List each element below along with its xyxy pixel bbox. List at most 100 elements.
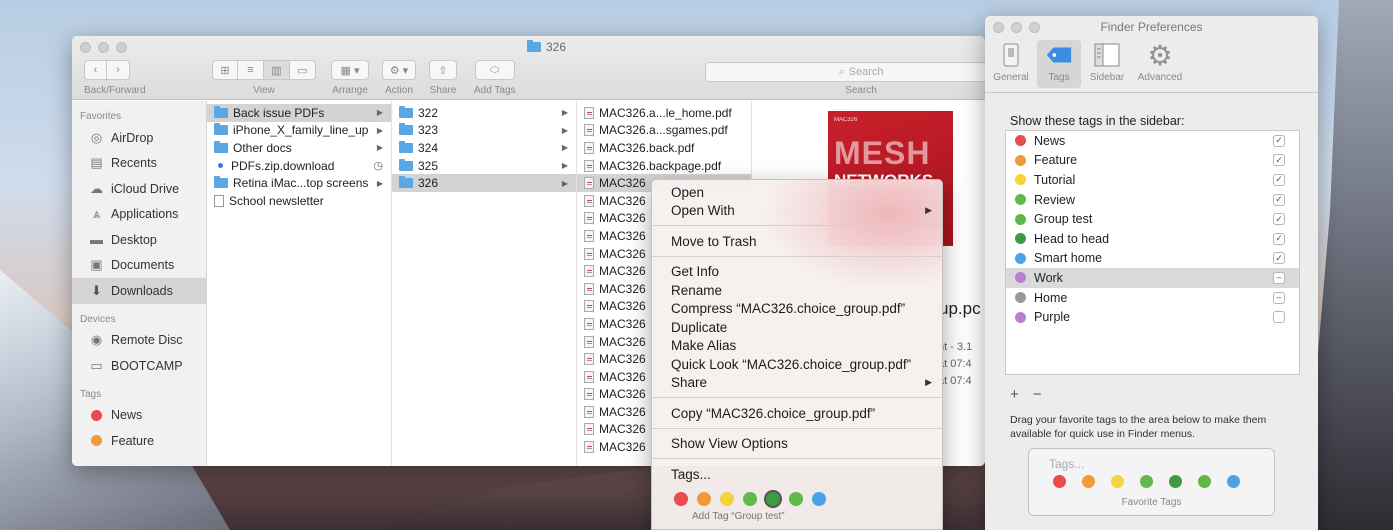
add-tags-button[interactable]: ⬭ <box>474 60 515 80</box>
tag-color-dot[interactable] <box>743 491 757 506</box>
list-item[interactable]: Other docs ▶ <box>207 139 391 157</box>
menu-item-rename[interactable]: Rename <box>652 281 942 300</box>
arrange-button[interactable]: ▦ ▾ <box>331 60 369 80</box>
menu-item-tags[interactable]: Tags... <box>652 465 942 484</box>
show-in-sidebar-checkbox[interactable]: ✓ <box>1273 173 1285 186</box>
back-button[interactable]: ‹ <box>84 60 107 80</box>
action-button[interactable]: ⚙ ▾ <box>382 60 416 80</box>
sidebar-tag-news[interactable]: News <box>72 403 206 429</box>
menu-item-move-to-trash[interactable]: Move to Trash <box>652 232 942 251</box>
favorite-tags-box[interactable]: Tags... Favorite Tags <box>1028 448 1275 516</box>
sidebar-item-downloads[interactable]: ⬇ Downloads <box>72 278 206 304</box>
menu-item-share[interactable]: Share ▶ <box>652 374 942 393</box>
list-item[interactable]: 324 ▶ <box>392 139 576 157</box>
favorite-tag-dot[interactable] <box>1169 475 1182 488</box>
tag-color-dot[interactable] <box>697 491 711 506</box>
zoom-button[interactable] <box>116 42 127 53</box>
menu-item-show-view-options[interactable]: Show View Options <box>652 435 942 454</box>
tag-list-row[interactable]: Feature ✓ <box>1006 151 1299 171</box>
favorite-tag-dot[interactable] <box>1111 475 1124 488</box>
sidebar-item-recents[interactable]: ▤ Recents <box>72 151 206 177</box>
list-item[interactable]: MAC326.a...le_home.pdf <box>577 104 751 122</box>
list-item[interactable]: MAC326.back.pdf <box>577 139 751 157</box>
sidebar-item-icloud-drive[interactable]: ☁ iCloud Drive <box>72 176 206 202</box>
tag-list-row[interactable]: Tutorial ✓ <box>1006 170 1299 190</box>
tag-list-row[interactable]: Smart home ✓ <box>1006 249 1299 269</box>
menu-item-make-alias[interactable]: Make Alias <box>652 337 942 356</box>
show-in-sidebar-checkbox[interactable]: ✓ <box>1273 154 1285 167</box>
show-in-sidebar-checkbox[interactable]: ✓ <box>1273 134 1285 147</box>
list-item[interactable]: 325 ▶ <box>392 157 576 175</box>
favorite-tag-dot[interactable] <box>1227 475 1240 488</box>
favorite-tag-dot[interactable] <box>1053 475 1066 488</box>
tag-list-row[interactable]: Purple <box>1006 307 1299 327</box>
tag-list-row[interactable]: Group test ✓ <box>1006 209 1299 229</box>
file-name: MAC326 <box>599 299 646 314</box>
tag-list-row[interactable]: Home – <box>1006 288 1299 308</box>
tag-list-row[interactable]: Review ✓ <box>1006 190 1299 210</box>
list-item[interactable]: PDFs.zip.download ◷ <box>207 157 391 175</box>
folder-icon <box>214 123 228 136</box>
sidebar-item-documents[interactable]: ▣ Documents <box>72 253 206 279</box>
sidebar-item-desktop[interactable]: ▬ Desktop <box>72 227 206 253</box>
icon-view-button[interactable]: ⊞ <box>212 60 238 80</box>
gallery-view-button[interactable]: ▭ <box>290 60 316 80</box>
show-in-sidebar-checkbox[interactable] <box>1273 311 1285 324</box>
list-item[interactable]: MAC326.backpage.pdf <box>577 157 751 175</box>
sidebar-item-remote-disc[interactable]: ◉ Remote Disc <box>72 328 206 354</box>
menu-item-get-info[interactable]: Get Info <box>652 263 942 282</box>
list-item[interactable]: 323 ▶ <box>392 122 576 140</box>
tab-advanced[interactable]: ⚙ Advanced <box>1133 40 1187 88</box>
share-button[interactable]: ⇧ <box>429 60 457 80</box>
show-in-sidebar-checkbox[interactable]: – <box>1273 271 1285 284</box>
tag-color-dot[interactable] <box>766 491 780 506</box>
tag-color-dot[interactable] <box>720 491 734 506</box>
list-item[interactable]: School newsletter <box>207 192 391 210</box>
tag-color-dot[interactable] <box>674 491 688 506</box>
menu-item-label: Duplicate <box>671 319 728 335</box>
minimize-button[interactable] <box>98 42 109 53</box>
tab-tags[interactable]: Tags <box>1037 40 1081 88</box>
tag-list-row[interactable]: Work – <box>1006 268 1299 288</box>
favorite-tag-dot[interactable] <box>1198 475 1211 488</box>
tag-list-row[interactable]: Head to head ✓ <box>1006 229 1299 249</box>
list-view-button[interactable]: ≡ <box>238 60 264 80</box>
menu-item-compress[interactable]: Compress “MAC326.choice_group.pdf” <box>652 300 942 319</box>
list-item[interactable]: iPhone_X_family_line_up ▶ <box>207 122 391 140</box>
preview-file-name: up.pc <box>939 299 981 318</box>
list-item[interactable]: 322 ▶ <box>392 104 576 122</box>
show-in-sidebar-checkbox[interactable]: – <box>1273 291 1285 304</box>
sidebar-item-label: Downloads <box>111 283 173 298</box>
close-button[interactable] <box>80 42 91 53</box>
favorite-tag-dot[interactable] <box>1140 475 1153 488</box>
tab-general[interactable]: General <box>989 40 1033 88</box>
tag-list-row[interactable]: News ✓ <box>1006 131 1299 151</box>
menu-item-open-with[interactable]: Open With ▶ <box>652 202 942 221</box>
list-item[interactable]: Retina iMac...top screens ▶ <box>207 174 391 192</box>
list-item[interactable]: Back issue PDFs ▶ <box>207 104 391 122</box>
remove-tag-button[interactable]: − <box>1033 386 1042 403</box>
search-field[interactable]: ⌕ Search <box>705 62 985 82</box>
sidebar-item-bootcamp[interactable]: ▭ BOOTCAMP <box>72 353 206 379</box>
tag-color-dot[interactable] <box>789 491 803 506</box>
show-in-sidebar-checkbox[interactable]: ✓ <box>1273 232 1285 245</box>
tab-sidebar[interactable]: Sidebar <box>1085 40 1129 88</box>
show-in-sidebar-checkbox[interactable]: ✓ <box>1273 193 1285 206</box>
menu-item-label: Share <box>671 375 708 391</box>
menu-item-quick-look[interactable]: Quick Look “MAC326.choice_group.pdf” <box>652 355 942 374</box>
menu-item-open[interactable]: Open <box>652 183 942 202</box>
list-item[interactable]: 326 ▶ <box>392 174 576 192</box>
menu-item-duplicate[interactable]: Duplicate <box>652 318 942 337</box>
sidebar-item-airdrop[interactable]: ◎ AirDrop <box>72 125 206 151</box>
forward-button[interactable]: › <box>107 60 130 80</box>
sidebar-item-applications[interactable]: ⩓ Applications <box>72 202 206 228</box>
tag-color-dot[interactable] <box>812 491 826 506</box>
list-item[interactable]: MAC326.a...sgames.pdf <box>577 122 751 140</box>
favorite-tag-dot[interactable] <box>1082 475 1095 488</box>
column-view-button[interactable]: ▥ <box>264 60 290 80</box>
show-in-sidebar-checkbox[interactable]: ✓ <box>1273 252 1285 265</box>
add-tag-button[interactable]: + <box>1010 386 1019 403</box>
sidebar-tag-feature[interactable]: Feature <box>72 428 206 454</box>
menu-item-copy[interactable]: Copy “MAC326.choice_group.pdf” <box>652 404 942 423</box>
show-in-sidebar-checkbox[interactable]: ✓ <box>1273 213 1285 226</box>
